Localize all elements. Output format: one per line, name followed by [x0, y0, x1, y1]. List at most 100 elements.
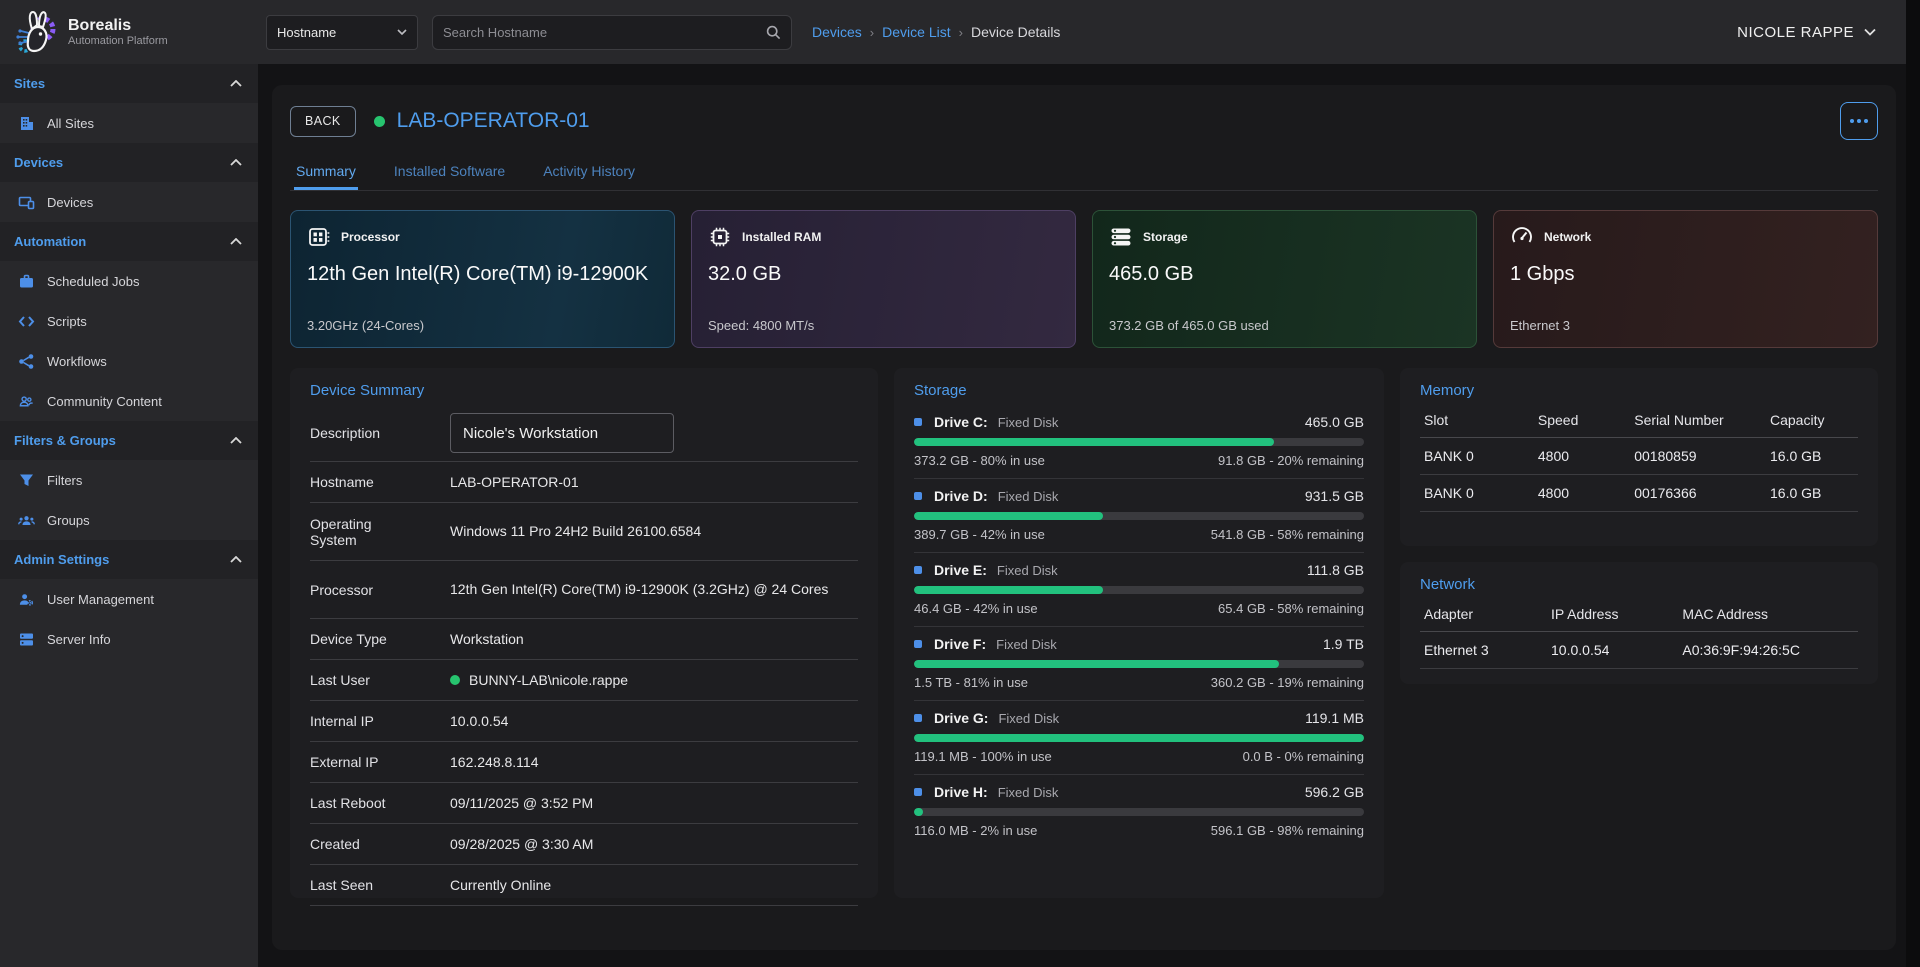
search-box[interactable]	[432, 15, 792, 50]
cell-mac: A0:36:9F:94:26:5C	[1678, 632, 1858, 669]
sidebar-item-server-info[interactable]: Server Info	[0, 619, 258, 659]
sidebar-section-sites[interactable]: Sites	[0, 64, 258, 103]
sidebar-section-devices[interactable]: Devices	[0, 143, 258, 182]
sidebar-item-filters[interactable]: Filters	[0, 460, 258, 500]
row-label: Last Seen	[310, 877, 450, 893]
network-table: Adapter IP Address MAC Address Ethernet …	[1420, 599, 1858, 669]
briefcase-icon	[18, 273, 35, 290]
drive-size: 931.5 GB	[1305, 488, 1364, 504]
scrollbar[interactable]	[1906, 0, 1920, 967]
drive-usage-bar	[914, 660, 1364, 668]
more-actions-button[interactable]	[1840, 102, 1878, 140]
drive-row-e: Drive E: Fixed Disk 111.8 GB 46.4 GB - 4…	[914, 553, 1364, 627]
drive-usage-bar	[914, 586, 1364, 594]
row-label: Device Type	[310, 631, 450, 647]
sidebar-section-automation[interactable]: Automation	[0, 222, 258, 261]
back-button[interactable]: BACK	[290, 106, 356, 137]
sidebar-item-groups[interactable]: Groups	[0, 500, 258, 540]
memory-module-icon	[307, 225, 331, 249]
cell-serial: 00180859	[1630, 438, 1766, 475]
gauge-icon	[1510, 225, 1534, 249]
drive-name: Drive C:	[934, 414, 988, 430]
section-label: Devices	[14, 155, 63, 170]
section-label: Sites	[14, 76, 45, 91]
sidebar-item-scheduled-jobs[interactable]: Scheduled Jobs	[0, 261, 258, 301]
row-label: Processor	[310, 582, 450, 598]
row-label: Operating System	[310, 516, 420, 548]
sidebar-item-all-sites[interactable]: All Sites	[0, 103, 258, 143]
stat-card-footer: Speed: 4800 MT/s	[708, 318, 1059, 333]
tab-activity-history[interactable]: Activity History	[541, 154, 637, 190]
sidebar-item-scripts[interactable]: Scripts	[0, 301, 258, 341]
drive-name: Drive H:	[934, 784, 988, 800]
drive-size: 119.1 MB	[1305, 710, 1364, 726]
online-status-dot	[450, 675, 460, 685]
drive-bullet-icon	[914, 492, 922, 500]
sidebar-item-user-management[interactable]: User Management	[0, 579, 258, 619]
row-label: Created	[310, 836, 450, 852]
app-window: Borealis Automation Platform Hostname De…	[0, 0, 1920, 967]
search-input[interactable]	[443, 25, 766, 40]
sidebar-item-label: Filters	[47, 473, 82, 488]
cell-capacity: 16.0 GB	[1766, 438, 1858, 475]
drive-type: Fixed Disk	[998, 489, 1059, 504]
drive-usage-bar	[914, 512, 1364, 520]
column-header: Slot	[1420, 405, 1534, 438]
user-name: NICOLE RAPPE	[1737, 24, 1854, 41]
tab-summary[interactable]: Summary	[294, 154, 358, 190]
row-value: Workstation	[450, 629, 524, 649]
groups-icon	[18, 512, 35, 529]
sidebar-section-filters-groups[interactable]: Filters & Groups	[0, 421, 258, 460]
row-value: BUNNY-LAB\nicole.rappe	[469, 670, 628, 690]
drive-size: 111.8 GB	[1307, 562, 1364, 578]
stat-card-footer: 3.20GHz (24-Cores)	[307, 318, 658, 333]
row-label: Internal IP	[310, 713, 450, 729]
chevron-down-icon	[1864, 28, 1876, 36]
panel-title: Network	[1420, 576, 1858, 593]
breadcrumb-devices[interactable]: Devices	[812, 24, 862, 40]
memory-row: BANK 0 4800 00176366 16.0 GB	[1420, 475, 1858, 512]
sidebar-item-workflows[interactable]: Workflows	[0, 341, 258, 381]
drive-type: Fixed Disk	[998, 415, 1059, 430]
breadcrumb-separator: ›	[870, 25, 874, 40]
breadcrumb: Devices › Device List › Device Details	[812, 24, 1060, 40]
sidebar-item-devices[interactable]: Devices	[0, 182, 258, 222]
disks-icon	[1109, 225, 1133, 249]
caret-down-icon	[397, 29, 407, 35]
drive-row-g: Drive G: Fixed Disk 119.1 MB 119.1 MB - …	[914, 701, 1364, 775]
chevron-up-icon	[230, 238, 242, 245]
row-label: External IP	[310, 754, 450, 770]
summary-row-created: Created 09/28/2025 @ 3:30 AM	[310, 824, 858, 865]
panel-title: Memory	[1420, 382, 1858, 399]
drive-row-h: Drive H: Fixed Disk 596.2 GB 116.0 MB - …	[914, 775, 1364, 848]
description-input[interactable]	[450, 413, 674, 453]
rabbit-logo-icon	[12, 9, 58, 55]
drive-remaining: 596.1 GB - 98% remaining	[1211, 823, 1364, 838]
sidebar-item-community-content[interactable]: Community Content	[0, 381, 258, 421]
main-content: BACK LAB-OPERATOR-01 Summary Installed S…	[258, 64, 1920, 967]
stat-card-title: Network	[1544, 230, 1591, 244]
tab-installed-software[interactable]: Installed Software	[392, 154, 507, 190]
drive-usage-bar	[914, 808, 1364, 816]
drive-remaining: 0.0 B - 0% remaining	[1243, 749, 1364, 764]
drive-remaining: 360.2 GB - 19% remaining	[1211, 675, 1364, 690]
building-icon	[18, 115, 35, 132]
summary-row-device-type: Device Type Workstation	[310, 619, 858, 660]
stat-card-value: 1 Gbps	[1510, 263, 1861, 286]
stat-card-value: 465.0 GB	[1109, 263, 1460, 286]
drive-name: Drive D:	[934, 488, 988, 504]
stat-card-value: 32.0 GB	[708, 263, 1059, 286]
breadcrumb-device-list[interactable]: Device List	[882, 24, 950, 40]
summary-row-external-ip: External IP 162.248.8.114	[310, 742, 858, 783]
cell-slot: BANK 0	[1420, 438, 1534, 475]
storage-panel: Storage Drive C: Fixed Disk 465.0 GB 373…	[894, 368, 1384, 898]
drive-used: 119.1 MB - 100% in use	[914, 749, 1052, 764]
user-menu[interactable]: NICOLE RAPPE	[1737, 24, 1876, 41]
network-row: Ethernet 3 10.0.0.54 A0:36:9F:94:26:5C	[1420, 632, 1858, 669]
drive-bullet-icon	[914, 566, 922, 574]
sidebar-section-admin-settings[interactable]: Admin Settings	[0, 540, 258, 579]
drive-row-f: Drive F: Fixed Disk 1.9 TB 1.5 TB - 81% …	[914, 627, 1364, 701]
hostname-filter-select[interactable]: Hostname	[266, 15, 418, 50]
devices-icon	[18, 194, 35, 211]
cell-speed: 4800	[1534, 438, 1630, 475]
